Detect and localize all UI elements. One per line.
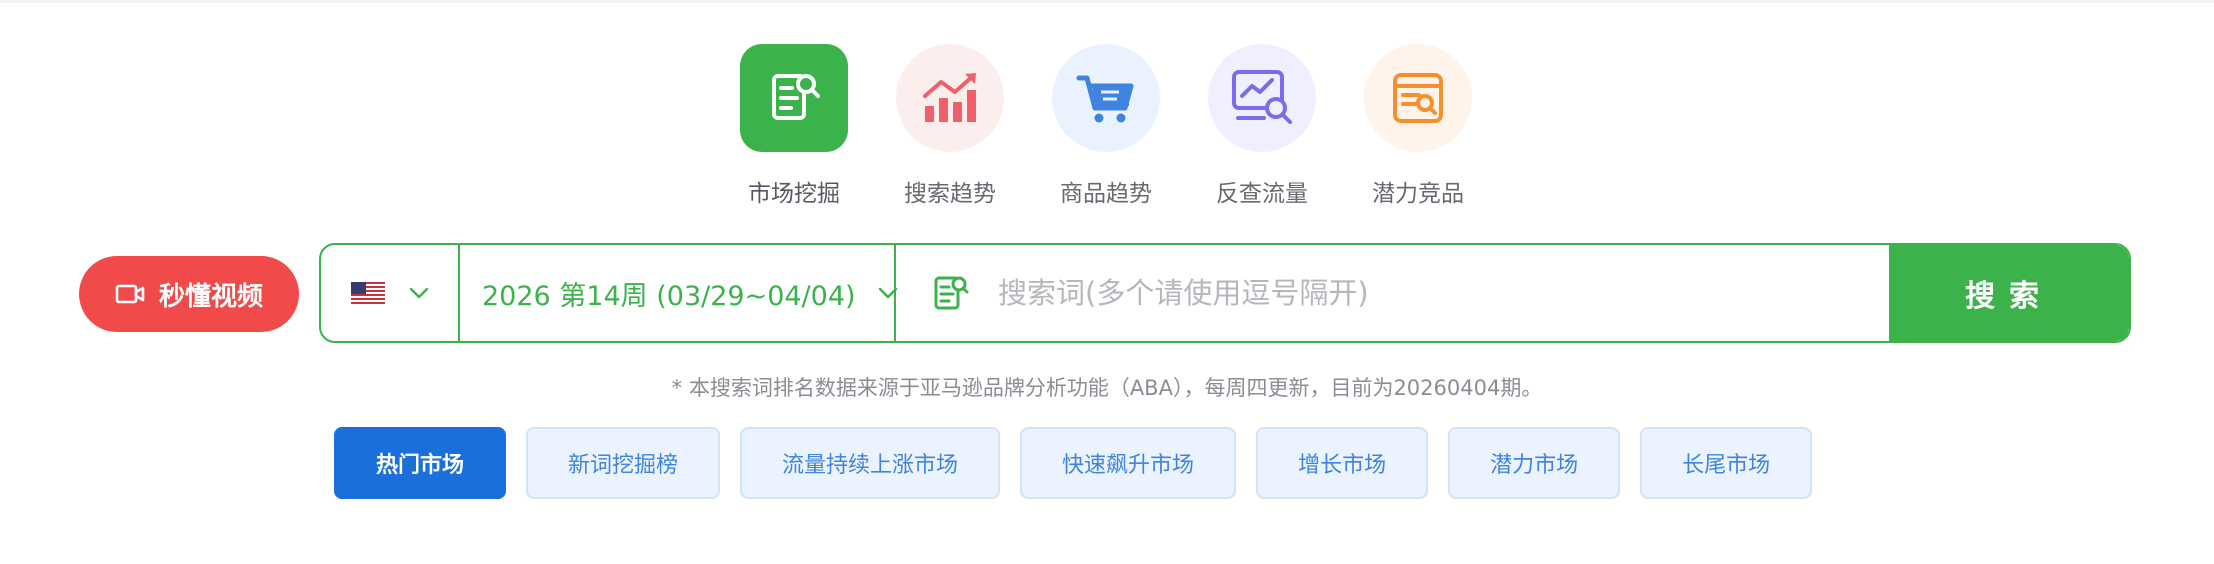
country-select[interactable] <box>321 245 460 341</box>
tab-surging-market[interactable]: 快速飙升市场 <box>1020 427 1237 499</box>
tool-potential-product[interactable]: 潜力竞品 <box>1364 44 1472 208</box>
tool-traffic-lookup[interactable]: 反查流量 <box>1208 44 1316 208</box>
tool-label: 反查流量 <box>1216 181 1308 207</box>
tab-growth-market[interactable]: 增长市场 <box>1256 427 1429 499</box>
video-camera-icon <box>115 282 145 306</box>
search-input[interactable] <box>996 275 1889 311</box>
tool-label: 搜索趋势 <box>904 181 996 207</box>
potential-product-icon <box>1364 44 1472 152</box>
tab-new-words[interactable]: 新词挖掘榜 <box>526 427 721 499</box>
market-mining-icon <box>740 44 848 152</box>
tool-nav: 市场挖掘 搜索趋势 商品趋势 反查流量 潜力竞品 <box>740 44 1472 208</box>
tool-label: 潜力竞品 <box>1372 181 1464 207</box>
market-tabs: 热门市场 新词挖掘榜 流量持续上涨市场 快速飙升市场 增长市场 潜力市场 长尾市… <box>334 427 1813 499</box>
keyword-list-icon <box>932 273 970 313</box>
tab-long-tail-market[interactable]: 长尾市场 <box>1640 427 1813 499</box>
us-flag-icon <box>350 282 385 304</box>
week-select[interactable]: 2026 第14周 (03/29~04/04) <box>460 245 898 341</box>
tab-hot-market[interactable]: 热门市场 <box>334 427 507 499</box>
tab-rising-traffic[interactable]: 流量持续上涨市场 <box>740 427 1001 499</box>
tab-potential-market[interactable]: 潜力市场 <box>1448 427 1621 499</box>
tool-label: 市场挖掘 <box>748 181 840 207</box>
search-bar: 2026 第14周 (03/29~04/04) 搜索 <box>319 243 2131 343</box>
tool-product-trend[interactable]: 商品趋势 <box>1052 44 1160 208</box>
keyword-search-field[interactable] <box>896 245 1889 341</box>
chevron-down-icon <box>409 287 429 299</box>
product-cart-icon <box>1052 44 1160 152</box>
tool-search-trend[interactable]: 搜索趋势 <box>896 44 1004 208</box>
search-button[interactable]: 搜索 <box>1889 245 2129 341</box>
chevron-down-icon <box>878 287 898 299</box>
data-source-notice: * 本搜索词排名数据来源于亚马逊品牌分析功能（ABA），每周四更新，目前为202… <box>671 376 1543 400</box>
top-divider <box>0 0 2214 3</box>
search-trend-icon <box>896 44 1004 152</box>
video-button-label: 秒懂视频 <box>158 281 263 312</box>
traffic-lookup-icon <box>1208 44 1316 152</box>
week-value: 2026 第14周 (03/29~04/04) <box>482 280 856 312</box>
video-guide-button[interactable]: 秒懂视频 <box>79 256 299 332</box>
tool-market-mining[interactable]: 市场挖掘 <box>740 44 848 208</box>
tool-label: 商品趋势 <box>1060 181 1152 207</box>
